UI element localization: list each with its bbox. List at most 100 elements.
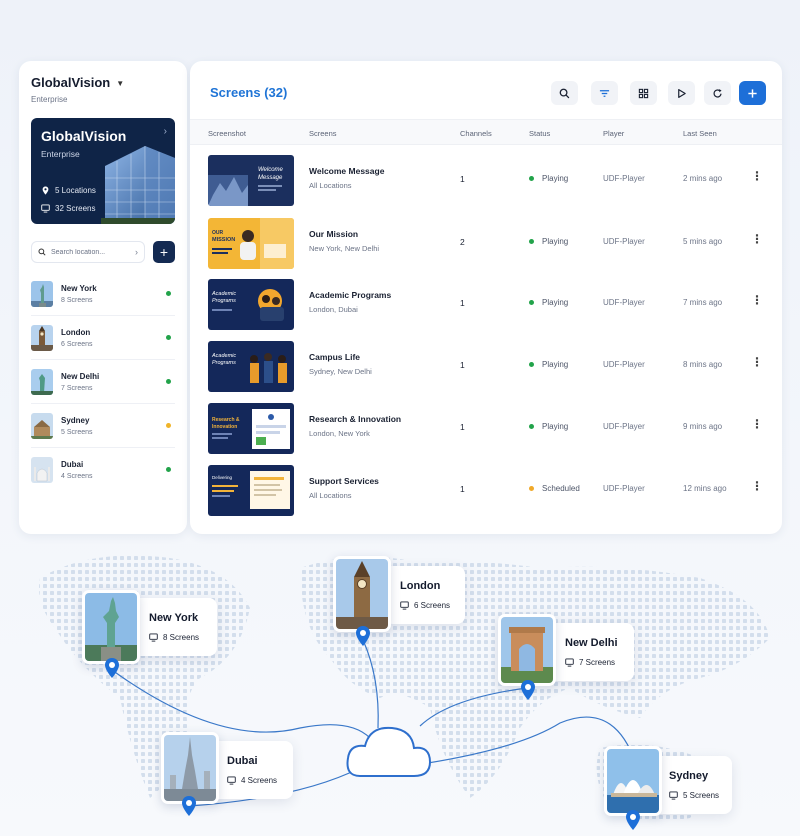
- city-card-new-york[interactable]: New York 8 Screens: [131, 598, 217, 656]
- screen-name: Campus Life: [309, 352, 361, 362]
- last-seen: 12 mins ago: [683, 484, 727, 493]
- location-search-input[interactable]: [51, 248, 121, 256]
- refresh-button[interactable]: [704, 81, 731, 105]
- location-pin-icon: [105, 658, 119, 678]
- location-list: New York 8 Screens London 6 Screens New …: [31, 272, 175, 492]
- table-row[interactable]: Research & Innovation Research & Innovat…: [190, 403, 782, 465]
- more-options-icon[interactable]: ⋮: [751, 294, 763, 306]
- more-options-icon[interactable]: ⋮: [751, 170, 763, 182]
- table-row[interactable]: OUR MISSION Our Mission New York, New De…: [190, 218, 782, 280]
- status-badge: Playing: [529, 422, 568, 431]
- svg-text:Programs: Programs: [212, 360, 236, 366]
- locations-sidebar: GlobalVision ▼ Enterprise GlobalVision E…: [19, 61, 187, 534]
- status-text: Playing: [542, 174, 569, 183]
- city-name: New Delhi: [565, 637, 618, 649]
- add-location-button[interactable]: +: [153, 241, 175, 263]
- city-screen-count: 8 Screens: [163, 633, 200, 642]
- monitor-icon: [149, 633, 158, 642]
- city-card-london[interactable]: London 6 Screens: [385, 566, 465, 624]
- chevron-down-icon: ▼: [116, 79, 125, 88]
- screen-locations: Sydney, New Delhi: [309, 367, 372, 376]
- monitor-icon: [669, 791, 678, 800]
- city-screens: 6 Screens: [400, 601, 450, 610]
- location-item-new-york[interactable]: New York 8 Screens: [31, 272, 175, 316]
- world-map-section: New York 8 Screens London 6 Screens New …: [0, 548, 800, 836]
- filter-icon: [599, 89, 610, 97]
- svg-text:Message: Message: [258, 175, 283, 181]
- sydney-opera-house-image: [604, 746, 662, 816]
- channel-count: 2: [460, 237, 465, 247]
- city-name: Dubai: [227, 755, 258, 767]
- city-name: Sydney: [669, 770, 709, 782]
- status-dot: [166, 291, 171, 296]
- org-summary-card[interactable]: GlobalVision Enterprise › 5 Locations 32…: [31, 118, 175, 224]
- add-screen-button[interactable]: [739, 81, 766, 105]
- more-options-icon[interactable]: ⋮: [751, 233, 763, 245]
- svg-text:Innovation: Innovation: [212, 424, 237, 430]
- status-badge: Playing: [529, 174, 568, 183]
- more-options-icon[interactable]: ⋮: [751, 480, 763, 492]
- table-row[interactable]: Academic Programs Academic Programs Lond…: [190, 279, 782, 341]
- status-dot: [529, 362, 534, 367]
- big-ben-image: [333, 556, 391, 632]
- last-seen: 9 mins ago: [683, 422, 723, 431]
- more-options-icon[interactable]: ⋮: [751, 418, 763, 430]
- status-dot: [166, 467, 171, 472]
- location-item-sydney[interactable]: Sydney 5 Screens: [31, 404, 175, 448]
- location-screen-count: 8 Screens: [61, 296, 93, 304]
- screenshot-thumbnail: OUR MISSION: [208, 218, 294, 269]
- screenshot-thumbnail: Welcome Message: [208, 155, 294, 206]
- status-badge: Playing: [529, 298, 568, 307]
- screenshot-thumbnail: Academic Programs: [208, 279, 294, 330]
- location-item-london[interactable]: London 6 Screens: [31, 316, 175, 360]
- hero-locations: 5 Locations: [55, 186, 96, 195]
- screen-name: Our Mission: [309, 229, 359, 239]
- more-options-icon[interactable]: ⋮: [751, 356, 763, 368]
- status-dot: [166, 423, 171, 428]
- location-name: New Delhi: [61, 371, 100, 381]
- city-card-dubai[interactable]: Dubai 4 Screens: [207, 741, 293, 799]
- svg-text:Research &: Research &: [212, 417, 240, 423]
- statue-thumbnail: [31, 368, 53, 395]
- city-card-new-delhi[interactable]: New Delhi 7 Screens: [550, 623, 634, 681]
- location-item-dubai[interactable]: Dubai 4 Screens: [31, 448, 175, 492]
- player-name: UDF-Player: [603, 422, 645, 431]
- city-card-sydney[interactable]: Sydney 5 Screens: [652, 756, 732, 814]
- grid-icon: [638, 88, 649, 98]
- monitor-icon: [227, 776, 236, 785]
- play-button[interactable]: [668, 81, 695, 105]
- org-switcher[interactable]: GlobalVision ▼: [31, 75, 175, 90]
- location-item-new-delhi[interactable]: New Delhi 7 Screens: [31, 360, 175, 404]
- screen-name: Support Services: [309, 476, 379, 486]
- location-search[interactable]: ›: [31, 241, 145, 263]
- hero-locations-stat: 5 Locations: [41, 186, 96, 195]
- table-row[interactable]: Delivering Support Services All Location…: [190, 465, 782, 527]
- cloud-icon: [346, 726, 432, 777]
- status-dot: [529, 424, 534, 429]
- column-header: Screenshot: [208, 129, 246, 138]
- grid-view-button[interactable]: [630, 81, 657, 105]
- screenshot-thumbnail: Research & Innovation: [208, 403, 294, 454]
- player-name: UDF-Player: [603, 360, 645, 369]
- status-badge: Scheduled: [529, 484, 580, 493]
- table-row[interactable]: Welcome Message Welcome Message All Loca…: [190, 155, 782, 217]
- burj-khalifa-image: [161, 732, 219, 804]
- table-row[interactable]: Academic Programs Campus Life Sydney, Ne…: [190, 341, 782, 403]
- status-dot: [166, 379, 171, 384]
- hero-screens: 32 Screens: [55, 204, 96, 213]
- search-button[interactable]: [551, 81, 578, 105]
- screenshot-thumbnail: Academic Programs: [208, 341, 294, 392]
- column-header: Screens: [309, 129, 337, 138]
- last-seen: 5 mins ago: [683, 237, 723, 246]
- player-name: UDF-Player: [603, 298, 645, 307]
- screen-locations: All Locations: [309, 491, 352, 500]
- column-header: Last Seen: [683, 129, 717, 138]
- filter-button[interactable]: [591, 81, 618, 105]
- player-name: UDF-Player: [603, 484, 645, 493]
- column-header: Status: [529, 129, 551, 138]
- india-gate-image: [498, 614, 556, 686]
- location-name: Dubai: [61, 460, 84, 469]
- search-icon: [559, 88, 570, 98]
- monitor-icon: [41, 204, 50, 213]
- play-icon: [678, 88, 686, 98]
